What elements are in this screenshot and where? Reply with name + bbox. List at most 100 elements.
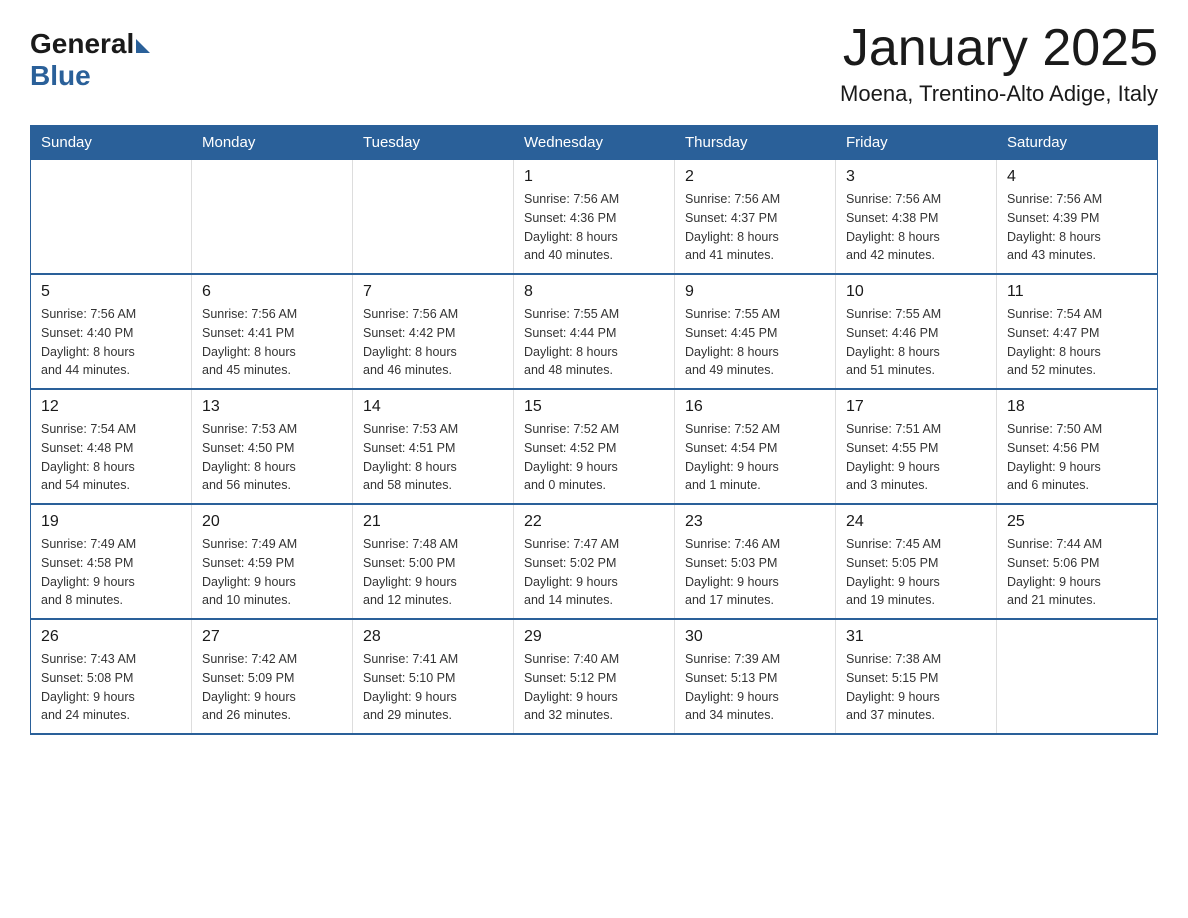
day-cell: 5Sunrise: 7:56 AM Sunset: 4:40 PM Daylig… xyxy=(31,274,192,389)
day-info: Sunrise: 7:39 AM Sunset: 5:13 PM Dayligh… xyxy=(685,650,825,725)
day-number: 13 xyxy=(202,398,342,416)
day-number: 23 xyxy=(685,513,825,531)
day-info: Sunrise: 7:56 AM Sunset: 4:38 PM Dayligh… xyxy=(846,190,986,265)
day-info: Sunrise: 7:56 AM Sunset: 4:41 PM Dayligh… xyxy=(202,305,342,380)
day-number: 2 xyxy=(685,168,825,186)
day-cell: 14 Sunrise: 7:53 AM Sunset: 4:51 PM Dayli… xyxy=(353,389,514,504)
day-info: Sunrise: 7:42 AM Sunset: 5:09 PM Dayligh… xyxy=(202,650,342,725)
day-cell: 1 Sunrise: 7:56 AM Sunset: 4:36 PM Daylig… xyxy=(514,160,675,275)
day-number: 16 xyxy=(685,398,825,416)
day-number: 11 xyxy=(1007,283,1147,301)
logo: General Blue xyxy=(30,30,150,92)
day-info: Sunrise: 7:46 AM Sunset: 5:03 PM Dayligh… xyxy=(685,535,825,610)
day-info: Sunrise: 7:48 AM Sunset: 5:00 PM Dayligh… xyxy=(363,535,503,610)
day-info: Sunrise: 7:52 AM Sunset: 4:54 PM Dayligh… xyxy=(685,420,825,495)
day-number: 20 xyxy=(202,513,342,531)
day-cell: 20 Sunrise: 7:49 AM Sunset: 4:59 PM Dayli… xyxy=(192,504,353,619)
day-cell: 10 Sunrise: 7:55 AM Sunset: 4:46 PM Dayli… xyxy=(836,274,997,389)
day-number: 15 xyxy=(524,398,664,416)
day-info: Sunrise: 7:55 AM Sunset: 4:44 PM Dayligh… xyxy=(524,305,664,380)
week-row-4: 19 Sunrise: 7:49 AM Sunset: 4:58 PM Dayli… xyxy=(31,504,1158,619)
day-number: 30 xyxy=(685,628,825,646)
day-number: 8 xyxy=(524,283,664,301)
day-info: Sunrise: 7:49 AM Sunset: 4:58 PM Dayligh… xyxy=(41,535,181,610)
calendar-subtitle: Moena, Trentino-Alto Adige, Italy xyxy=(840,81,1158,107)
day-cell xyxy=(353,160,514,275)
week-row-1: 1 Sunrise: 7:56 AM Sunset: 4:36 PM Daylig… xyxy=(31,160,1158,275)
day-number: 26 xyxy=(41,628,181,646)
day-number: 6 xyxy=(202,283,342,301)
day-cell: 31 Sunrise: 7:38 AM Sunset: 5:15 PM Dayli… xyxy=(836,619,997,734)
calendar-title: January 2025 xyxy=(840,20,1158,77)
day-number: 29 xyxy=(524,628,664,646)
logo-general-text: General xyxy=(30,30,134,58)
day-cell: 19 Sunrise: 7:49 AM Sunset: 4:58 PM Dayli… xyxy=(31,504,192,619)
day-cell: 15Sunrise: 7:52 AM Sunset: 4:52 PM Dayli… xyxy=(514,389,675,504)
calendar-header-row: SundayMondayTuesdayWednesdayThursdayFrid… xyxy=(31,126,1158,160)
day-info: Sunrise: 7:54 AM Sunset: 4:47 PM Dayligh… xyxy=(1007,305,1147,380)
day-info: Sunrise: 7:47 AM Sunset: 5:02 PM Dayligh… xyxy=(524,535,664,610)
day-cell: 16 Sunrise: 7:52 AM Sunset: 4:54 PM Dayli… xyxy=(675,389,836,504)
day-info: Sunrise: 7:56 AM Sunset: 4:39 PM Dayligh… xyxy=(1007,190,1147,265)
day-info: Sunrise: 7:45 AM Sunset: 5:05 PM Dayligh… xyxy=(846,535,986,610)
day-cell: 4 Sunrise: 7:56 AM Sunset: 4:39 PM Daylig… xyxy=(997,160,1158,275)
day-info: Sunrise: 7:40 AM Sunset: 5:12 PM Dayligh… xyxy=(524,650,664,725)
day-cell xyxy=(31,160,192,275)
day-info: Sunrise: 7:50 AM Sunset: 4:56 PM Dayligh… xyxy=(1007,420,1147,495)
header-cell-friday: Friday xyxy=(836,126,997,160)
day-info: Sunrise: 7:51 AM Sunset: 4:55 PM Dayligh… xyxy=(846,420,986,495)
header-cell-monday: Monday xyxy=(192,126,353,160)
header-cell-sunday: Sunday xyxy=(31,126,192,160)
day-info: Sunrise: 7:49 AM Sunset: 4:59 PM Dayligh… xyxy=(202,535,342,610)
day-number: 7 xyxy=(363,283,503,301)
day-number: 12 xyxy=(41,398,181,416)
day-info: Sunrise: 7:56 AM Sunset: 4:36 PM Dayligh… xyxy=(524,190,664,265)
day-info: Sunrise: 7:56 AM Sunset: 4:37 PM Dayligh… xyxy=(685,190,825,265)
day-number: 31 xyxy=(846,628,986,646)
day-cell: 25 Sunrise: 7:44 AM Sunset: 5:06 PM Dayli… xyxy=(997,504,1158,619)
day-number: 17 xyxy=(846,398,986,416)
day-cell: 11 Sunrise: 7:54 AM Sunset: 4:47 PM Dayli… xyxy=(997,274,1158,389)
day-info: Sunrise: 7:55 AM Sunset: 4:45 PM Dayligh… xyxy=(685,305,825,380)
day-info: Sunrise: 7:44 AM Sunset: 5:06 PM Dayligh… xyxy=(1007,535,1147,610)
day-number: 1 xyxy=(524,168,664,186)
week-row-5: 26 Sunrise: 7:43 AM Sunset: 5:08 PM Dayli… xyxy=(31,619,1158,734)
day-cell: 18 Sunrise: 7:50 AM Sunset: 4:56 PM Dayli… xyxy=(997,389,1158,504)
day-cell: 7Sunrise: 7:56 AM Sunset: 4:42 PM Daylig… xyxy=(353,274,514,389)
day-info: Sunrise: 7:53 AM Sunset: 4:50 PM Dayligh… xyxy=(202,420,342,495)
day-number: 10 xyxy=(846,283,986,301)
day-cell: 3 Sunrise: 7:56 AM Sunset: 4:38 PM Daylig… xyxy=(836,160,997,275)
day-cell: 17 Sunrise: 7:51 AM Sunset: 4:55 PM Dayli… xyxy=(836,389,997,504)
day-info: Sunrise: 7:54 AM Sunset: 4:48 PM Dayligh… xyxy=(41,420,181,495)
day-number: 14 xyxy=(363,398,503,416)
day-cell: 8 Sunrise: 7:55 AM Sunset: 4:44 PM Daylig… xyxy=(514,274,675,389)
day-number: 4 xyxy=(1007,168,1147,186)
day-cell: 9 Sunrise: 7:55 AM Sunset: 4:45 PM Daylig… xyxy=(675,274,836,389)
day-cell: 29 Sunrise: 7:40 AM Sunset: 5:12 PM Dayli… xyxy=(514,619,675,734)
day-number: 19 xyxy=(41,513,181,531)
day-cell xyxy=(997,619,1158,734)
day-number: 9 xyxy=(685,283,825,301)
day-info: Sunrise: 7:43 AM Sunset: 5:08 PM Dayligh… xyxy=(41,650,181,725)
day-info: Sunrise: 7:56 AM Sunset: 4:40 PM Dayligh… xyxy=(41,305,181,380)
day-cell: 28Sunrise: 7:41 AM Sunset: 5:10 PM Dayli… xyxy=(353,619,514,734)
day-number: 21 xyxy=(363,513,503,531)
header-cell-tuesday: Tuesday xyxy=(353,126,514,160)
day-cell: 2 Sunrise: 7:56 AM Sunset: 4:37 PM Daylig… xyxy=(675,160,836,275)
day-cell: 21 Sunrise: 7:48 AM Sunset: 5:00 PM Dayli… xyxy=(353,504,514,619)
day-number: 28 xyxy=(363,628,503,646)
calendar-table: SundayMondayTuesdayWednesdayThursdayFrid… xyxy=(30,125,1158,735)
day-info: Sunrise: 7:53 AM Sunset: 4:51 PM Dayligh… xyxy=(363,420,503,495)
day-cell xyxy=(192,160,353,275)
day-info: Sunrise: 7:55 AM Sunset: 4:46 PM Dayligh… xyxy=(846,305,986,380)
week-row-2: 5Sunrise: 7:56 AM Sunset: 4:40 PM Daylig… xyxy=(31,274,1158,389)
header-cell-saturday: Saturday xyxy=(997,126,1158,160)
day-cell: 26 Sunrise: 7:43 AM Sunset: 5:08 PM Dayli… xyxy=(31,619,192,734)
day-cell: 12 Sunrise: 7:54 AM Sunset: 4:48 PM Dayli… xyxy=(31,389,192,504)
day-info: Sunrise: 7:38 AM Sunset: 5:15 PM Dayligh… xyxy=(846,650,986,725)
day-cell: 6 Sunrise: 7:56 AM Sunset: 4:41 PM Daylig… xyxy=(192,274,353,389)
day-number: 18 xyxy=(1007,398,1147,416)
header-cell-thursday: Thursday xyxy=(675,126,836,160)
day-number: 3 xyxy=(846,168,986,186)
day-number: 25 xyxy=(1007,513,1147,531)
